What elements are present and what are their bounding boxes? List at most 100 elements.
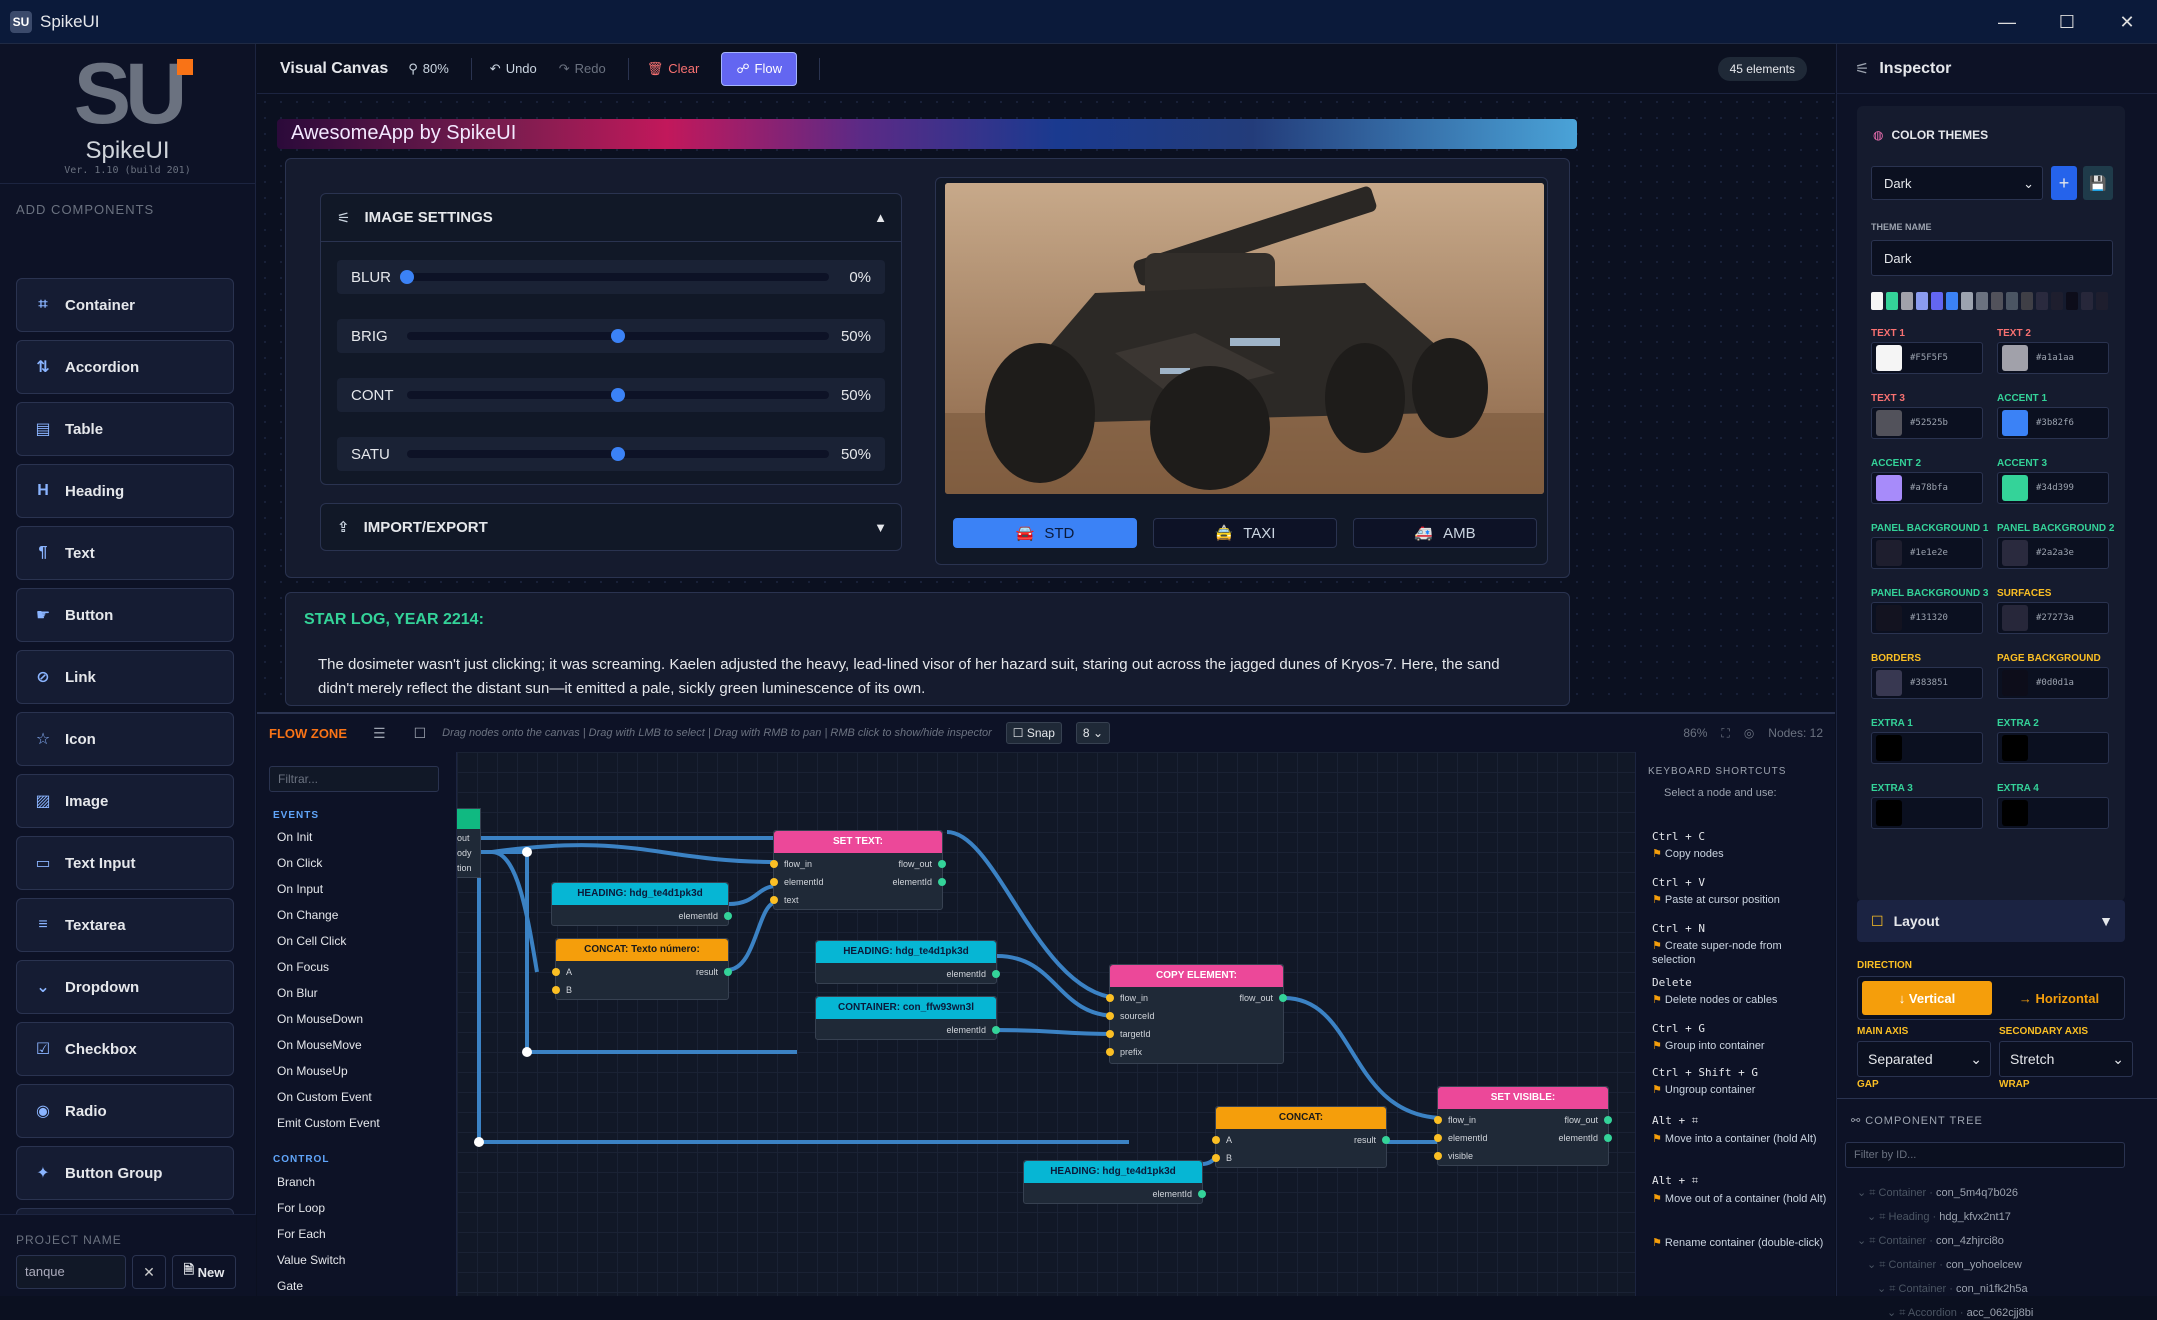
node-copy-port-sourceid[interactable]: sourceId [1106,1011,1155,1021]
palette-swatch[interactable] [1976,292,1988,310]
add-icon-button[interactable]: ☆ Icon [16,712,234,766]
palette-swatch[interactable] [1961,292,1973,310]
node-concat2-port-b[interactable]: B [1212,1153,1232,1163]
event-on-change[interactable]: On Change [277,908,338,922]
fit-icon[interactable]: ⛶ [1721,726,1729,741]
color-swatch[interactable] [2002,670,2028,696]
add-accordion-button[interactable]: ⇅ Accordion [16,340,234,394]
snap-toggle[interactable]: ☐ Snap [1005,722,1062,744]
node-container[interactable]: CONTAINER: con_ffw93wn3l elementId [815,996,1000,1040]
node-concat1-port-a[interactable]: A [552,967,572,977]
tree-filter-input[interactable]: Filter by ID... [1845,1142,2125,1168]
add-dropdown-button[interactable]: ⌄ Dropdown [16,960,234,1014]
main-axis-select[interactable]: Separated ⌄ [1857,1041,1991,1077]
add-checkbox-button[interactable]: ☑ Checkbox [16,1022,234,1076]
node-heading1-header[interactable]: HEADING: hdg_te4d1pk3d [552,883,728,905]
color-swatch[interactable] [2002,475,2028,501]
slider-cont[interactable]: CONT 50% [337,378,885,412]
image-settings-header[interactable]: ⚟ IMAGE SETTINGS ▲ [321,194,901,242]
reset-icon[interactable]: ◎ [1744,726,1754,741]
port-dot-icon[interactable] [1106,1048,1114,1056]
node-event-port-body[interactable]: body [457,848,472,858]
color-panel-background-2-field[interactable]: #2a2a3e [1997,537,2109,569]
port-dot-icon[interactable] [938,860,946,868]
color-panel-background-3-field[interactable]: #131320 [1871,602,1983,634]
event-on-mouseup[interactable]: On MouseUp [277,1064,348,1078]
node-concat1[interactable]: CONCAT: Texto número: A Bresult [552,938,732,1000]
close-button[interactable]: ✕ [2097,0,2157,44]
node-heading1-out-elementid[interactable]: elementId [678,911,732,921]
color-swatch[interactable] [1876,540,1902,566]
node-copy-port-targetid[interactable]: targetId [1106,1029,1151,1039]
port-dot-icon[interactable] [1106,994,1114,1002]
slider-cont-knob[interactable] [611,388,625,402]
port-dot-icon[interactable] [770,878,778,886]
color-swatch[interactable] [2002,605,2028,631]
add-text-button[interactable]: ¶ Text [16,526,234,580]
tree-item-acc-062cjj8bi[interactable]: ⌄ ⌗ Accordion · acc_062cjj8bi [1887,1306,2033,1320]
node-heading2[interactable]: HEADING: hdg_te4d1pk3d elementId [815,940,1000,984]
port-dot-icon[interactable] [724,968,732,976]
color-swatch[interactable] [1876,605,1902,631]
node-set-visible[interactable]: SET VISIBLE: flow_in elementId visible flow_… [1434,1086,1612,1166]
event-on-input[interactable]: On Input [277,882,323,896]
node-filter-input[interactable]: Filtrar... [269,766,439,792]
palette-swatch[interactable] [2096,292,2108,310]
minimize-button[interactable]: — [1977,0,2037,44]
color-swatch[interactable] [2002,345,2028,371]
color-surfaces-field[interactable]: #27273a [1997,602,2109,634]
tree-item-con-5m4q7b026[interactable]: ⌄ ⌗ Container · con_5m4q7b026 [1857,1186,2018,1200]
port-dot-icon[interactable] [1106,1012,1114,1020]
port-dot-icon[interactable] [1434,1152,1442,1160]
port-dot-icon[interactable] [1279,994,1287,1002]
color-text-3-field[interactable]: #52525b [1871,407,1983,439]
add-text-input-button[interactable]: ▭ Text Input [16,836,234,890]
node-heading2-out-elementid[interactable]: elementId [946,969,1000,979]
slider-brig-knob[interactable] [611,329,625,343]
port-dot-icon[interactable] [770,860,778,868]
palette-swatch[interactable] [2066,292,2078,310]
add-table-button[interactable]: ▤ Table [16,402,234,456]
list-icon[interactable]: ☰ [373,725,386,742]
clear-project-button[interactable]: ✕ [132,1255,166,1289]
node-copy-header[interactable]: COPY ELEMENT: [1110,965,1283,987]
node-concat1-header[interactable]: CONCAT: Texto número: [556,939,728,961]
node-event-port-out[interactable]: _out [457,833,470,843]
color-swatch[interactable] [2002,410,2028,436]
color-extra-4-field[interactable] [1997,797,2109,829]
add-button-button[interactable]: ☛ Button [16,588,234,642]
control-for-loop[interactable]: For Loop [277,1201,325,1215]
node-graph[interactable]: SET TEXT: flow_in elementId text flow_out ele… [457,752,1635,1296]
tree-item-hdg-kfvx2nt17[interactable]: ⌄ ⌗ Heading · hdg_kfvx2nt17 [1867,1210,2011,1224]
undo-button[interactable]: ↶ Undo [490,61,537,77]
port-dot-icon[interactable] [1106,1030,1114,1038]
palette-swatch[interactable] [1901,292,1913,310]
node-container-header[interactable]: CONTAINER: con_ffw93wn3l [816,997,996,1019]
color-page-background-field[interactable]: #0d0d1a [1997,667,2109,699]
color-swatch[interactable] [2002,735,2028,761]
color-swatch[interactable] [2002,540,2028,566]
add-button-group-button[interactable]: ✦ Button Group [16,1146,234,1200]
node-copy[interactable]: COPY ELEMENT: flow_in sourceId targetId pref… [1106,964,1287,1064]
slider-blur[interactable]: BLUR 0% [337,260,885,294]
save-theme-button[interactable]: 💾 [2083,166,2113,200]
node-concat2-header[interactable]: CONCAT: [1216,1107,1386,1129]
palette-swatch[interactable] [1946,292,1958,310]
palette-swatch[interactable] [2021,292,2033,310]
palette-swatch[interactable] [1916,292,1928,310]
color-extra-2-field[interactable] [1997,732,2109,764]
node-set-text-port-elementid[interactable]: elementId [770,877,824,887]
port-dot-icon[interactable] [770,896,778,904]
node-set-visible-header[interactable]: SET VISIBLE: [1438,1087,1608,1109]
color-accent-1-field[interactable]: #3b82f6 [1997,407,2109,439]
new-project-button[interactable]: 🗎 New [172,1255,236,1289]
node-set-text[interactable]: SET TEXT: flow_in elementId text flow_out ele… [770,830,946,910]
node-set-visible-out-flow-out[interactable]: flow_out [1564,1115,1612,1125]
color-borders-field[interactable]: #383851 [1871,667,1983,699]
slider-blur-track[interactable] [400,270,829,284]
node-set-visible-port-flow-in[interactable]: flow_in [1434,1115,1476,1125]
grid-size-select[interactable]: 8 ⌄ [1075,722,1110,744]
color-swatch[interactable] [1876,735,1902,761]
color-swatch[interactable] [1876,345,1902,371]
tab-std[interactable]: 🚘 STD [953,518,1137,548]
